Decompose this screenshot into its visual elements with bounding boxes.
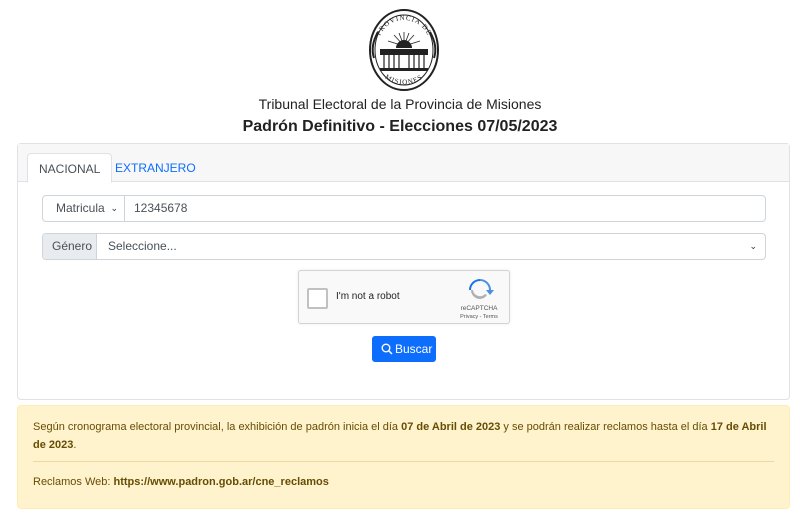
document-type-value: Matricula xyxy=(56,201,105,215)
document-input-group: Matricula ⌄ 12345678 xyxy=(42,195,766,222)
gender-input-group: Género Seleccione... ⌄ xyxy=(42,233,766,260)
page-title: Padrón Definitivo - Elecciones 07/05/202… xyxy=(242,118,558,135)
gender-select-value: Seleccione... xyxy=(108,239,177,253)
claims-web-line: Reclamos Web: https://www.padron.gob.ar/… xyxy=(33,474,329,490)
exhibition-start-date: 07 de Abril de 2023 xyxy=(401,421,501,433)
schedule-notice-text: Según cronograma electoral provincial, l… xyxy=(33,418,778,454)
document-number-input[interactable]: 12345678 xyxy=(125,196,765,221)
schedule-notice: Según cronograma electoral provincial, l… xyxy=(17,405,790,509)
notice-text-part: y se podrán realizar reclamos hasta el d… xyxy=(500,421,711,433)
recaptcha-checkbox[interactable] xyxy=(307,288,328,309)
recaptcha-brand: reCAPTCHA xyxy=(460,305,498,312)
tab-bar: NACIONAL EXTRANJERO xyxy=(18,144,789,183)
seal-bottom-text: MISIONES xyxy=(384,73,424,86)
claims-web-label: Reclamos Web: xyxy=(33,476,114,488)
search-card: NACIONAL EXTRANJERO Matricula ⌄ 12345678… xyxy=(17,143,790,400)
gender-label: Género xyxy=(43,234,97,259)
document-type-select[interactable]: Matricula ⌄ xyxy=(43,196,125,221)
svg-text:MISIONES: MISIONES xyxy=(384,73,425,86)
recaptcha-widget: I'm not a robot reCAPTCHA Privacy - Term… xyxy=(298,270,510,324)
recaptcha-logo-icon xyxy=(469,279,494,299)
claims-web-url: https://www.padron.gob.ar/cne_reclamos xyxy=(113,476,329,488)
misiones-seal-logo: PROVINCIA DE MISIONES xyxy=(369,9,439,91)
organization-name: Tribunal Electoral de la Provincia de Mi… xyxy=(258,96,542,112)
recaptcha-label: I'm not a robot xyxy=(336,291,400,302)
notice-text-part: . xyxy=(73,439,77,451)
search-button-label: Buscar xyxy=(395,342,433,356)
chevron-down-icon: ⌄ xyxy=(749,241,757,251)
notice-divider xyxy=(33,461,774,462)
tab-nacional[interactable]: NACIONAL xyxy=(27,153,113,183)
recaptcha-privacy-terms-link[interactable]: Privacy - Terms xyxy=(448,314,510,320)
tab-extranjero[interactable]: EXTRANJERO xyxy=(104,153,207,183)
gender-select[interactable]: Seleccione... ⌄ xyxy=(97,234,765,259)
chevron-down-icon: ⌄ xyxy=(110,203,118,213)
search-icon xyxy=(381,343,393,355)
search-button[interactable]: Buscar xyxy=(372,336,436,362)
notice-text-part: Según cronograma electoral provincial, l… xyxy=(33,421,402,433)
